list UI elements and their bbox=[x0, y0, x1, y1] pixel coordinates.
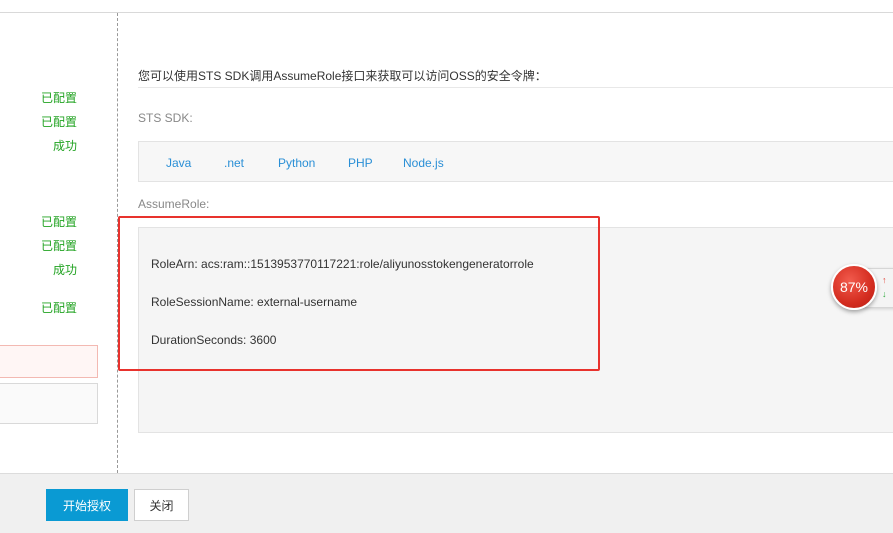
input-box[interactable] bbox=[0, 383, 98, 424]
left-status-column: 已配置 已配置 成功 已配置 已配置 成功 已配置 bbox=[0, 13, 117, 473]
intro-separator bbox=[138, 87, 893, 88]
speed-widget-badge[interactable]: 87% bbox=[831, 264, 877, 310]
error-input-box[interactable] bbox=[0, 345, 98, 378]
assume-role-label: AssumeRole: bbox=[138, 197, 210, 211]
status-configured: 已配置 bbox=[40, 301, 77, 315]
status-success: 成功 bbox=[52, 139, 77, 153]
sdk-link-nodejs[interactable]: Node.js bbox=[403, 156, 444, 170]
highlight-box bbox=[118, 216, 600, 371]
status-configured: 已配置 bbox=[40, 115, 77, 129]
start-authorization-button[interactable]: 开始授权 bbox=[46, 489, 128, 521]
status-configured: 已配置 bbox=[40, 239, 77, 253]
intro-text: 您可以使用STS SDK调用AssumeRole接口来获取可以访问OSS的安全令… bbox=[138, 69, 547, 83]
status-configured: 已配置 bbox=[40, 91, 77, 105]
arrow-down-icon: ↓ bbox=[882, 289, 887, 299]
sts-sdk-label: STS SDK: bbox=[138, 111, 193, 125]
sdk-link-java[interactable]: Java bbox=[166, 156, 191, 170]
sdk-link-dotnet[interactable]: .net bbox=[224, 156, 244, 170]
sdk-link-python[interactable]: Python bbox=[278, 156, 315, 170]
status-configured: 已配置 bbox=[40, 215, 77, 229]
arrow-up-icon: ↑ bbox=[882, 275, 887, 285]
close-button[interactable]: 关闭 bbox=[134, 489, 189, 521]
top-border bbox=[0, 12, 893, 13]
status-success: 成功 bbox=[52, 263, 77, 277]
sdk-links-box: Java .net Python PHP Node.js bbox=[138, 141, 893, 182]
sdk-link-php[interactable]: PHP bbox=[348, 156, 373, 170]
